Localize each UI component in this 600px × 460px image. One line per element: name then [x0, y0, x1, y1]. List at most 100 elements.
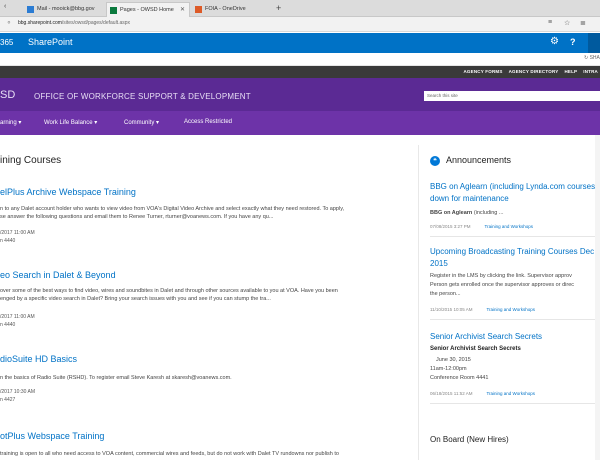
course-desc-line: enged by a specific video search in Dale… — [0, 296, 271, 302]
url-text[interactable]: bbg.sharepoint.com/sites/owsd/pages/defa… — [18, 20, 130, 26]
announcement-text: Register in the LMS by clicking the link… — [430, 273, 572, 279]
announcement-divider — [430, 236, 600, 237]
course-date: /2017 10:30 AM — [0, 389, 36, 395]
agency-link-intra[interactable]: INTRA — [583, 69, 598, 74]
agency-link-help[interactable]: HELP — [564, 69, 577, 74]
course-description: n to any Dalet account holder who wants … — [0, 205, 410, 221]
column-divider — [418, 145, 419, 460]
new-tab-button[interactable]: + — [276, 2, 281, 15]
announcement-date: 11/10/2015 10:05 AM — [430, 307, 473, 312]
nav-item-learning[interactable]: arning ▾ — [0, 119, 21, 126]
announcement-text: the person... — [430, 291, 461, 297]
top-navigation: arning ▾ Work Life Balance ▾ Community ▾… — [0, 111, 600, 135]
course-title-link[interactable]: otPlus Webspace Training — [0, 431, 104, 441]
course-date: /2017 11:00 AM — [0, 314, 35, 320]
announcement-meta: 06/18/2015 11:52 AM Training and Workshop… — [430, 391, 535, 396]
course-meta: /2017 11:00 AM n 4440 — [0, 313, 35, 329]
announcement-title-link[interactable]: Upcoming Broadcasting Training Courses D… — [430, 246, 600, 270]
course-title-link[interactable]: elPlus Archive Webspace Training — [0, 187, 136, 197]
agency-links-bar: AGENCY FORMS AGENCY DIRECTORY HELP INTRA — [0, 66, 600, 78]
announcement-icon: ❝ — [430, 156, 440, 166]
reader-icon[interactable]: ≡ — [548, 19, 552, 26]
course-description: n the basics of Radio Suite (RSHD). To r… — [0, 374, 410, 382]
agency-link-directory[interactable]: AGENCY DIRECTORY — [509, 69, 559, 74]
announcement-text: (including ... — [473, 210, 504, 216]
office365-suite-bar: 365 SharePoint ⚙ ? — [0, 33, 600, 53]
course-desc-line: n the basics of Radio Suite (RSHD). To r… — [0, 375, 232, 381]
lock-icon: ⚬ — [6, 20, 12, 27]
announcement-text: Conference Room 4441 — [430, 375, 489, 381]
announcement-summary: June 30, 2015 11am-12:00pm Conference Ro… — [430, 356, 600, 383]
address-bar[interactable]: ⚬ bbg.sharepoint.com/sites/owsd/pages/de… — [0, 17, 600, 32]
url-path: /sites/owsd/pages/default.aspx — [61, 20, 131, 26]
tab-label: Pages - OWSD Home — [120, 7, 174, 13]
favorites-icon[interactable]: ☆ — [564, 19, 570, 27]
site-title[interactable]: OFFICE OF WORKFORCE SUPPORT & DEVELOPMEN… — [34, 92, 251, 101]
avatar[interactable] — [588, 33, 600, 53]
tab-chevron-icon[interactable]: ‹ — [4, 3, 6, 10]
announcement-category-link[interactable]: Training and Workshops — [486, 391, 535, 396]
announcement-summary: BBG on Aglearn (including ... — [430, 209, 600, 218]
announcement-title-line: down for maintenance — [430, 194, 509, 203]
course-description: training is open to all who need access … — [0, 450, 410, 458]
course-description: over some of the best ways to find video… — [0, 287, 410, 303]
announcement-category-link[interactable]: Training and Workshops — [485, 224, 534, 229]
course-room: n 4440 — [0, 322, 16, 328]
announcement-summary: Register in the LMS by clicking the link… — [430, 272, 600, 299]
site-logo-text[interactable]: SD — [0, 89, 15, 101]
announcement-title-line: BBG on Aglearn (including Lynda.com cour… — [430, 182, 596, 191]
training-courses-heading: ining Courses — [0, 155, 62, 166]
browser-tab-pages[interactable]: Pages - OWSD Home ✕ — [106, 2, 190, 17]
course-meta: /2017 11:00 AM n 4440 — [0, 229, 35, 245]
announcement-title-line: Upcoming Broadcasting Training Courses D… — [430, 247, 595, 256]
announcements-heading: Announcements — [446, 155, 512, 165]
course-date: /2017 11:00 AM — [0, 230, 35, 236]
announcement-title-link[interactable]: BBG on Aglearn (including Lynda.com cour… — [430, 181, 600, 205]
gear-icon[interactable]: ⚙ — [550, 36, 559, 47]
course-room: n 4440 — [0, 238, 16, 244]
announcement-title-link[interactable]: Senior Archivist Search Secrets — [430, 331, 600, 343]
page-scrollbar[interactable] — [595, 135, 600, 460]
share-strip: ↻ SHA — [0, 53, 600, 66]
announcement-divider — [430, 319, 600, 320]
announcement-title-line: 2015 — [430, 259, 448, 268]
nav-item-community[interactable]: Community ▾ — [124, 119, 159, 126]
help-icon[interactable]: ? — [570, 37, 576, 47]
agency-link-forms[interactable]: AGENCY FORMS — [463, 69, 502, 74]
announcement-meta: 07/08/2015 3:27 PM Training and Workshops — [430, 224, 533, 229]
course-title-link[interactable]: eo Search in Dalet & Beyond — [0, 270, 116, 280]
announcement-category-link[interactable]: Training and Workshops — [486, 307, 535, 312]
course-desc-line: se answer the following questions and em… — [0, 214, 274, 220]
sharepoint-title[interactable]: SharePoint — [28, 37, 73, 47]
course-desc-line: over some of the best ways to find video… — [0, 288, 338, 294]
tab-label: Mail - mooick@bbg.gov — [37, 6, 95, 12]
browser-tab-mail[interactable]: Mail - mooick@bbg.gov — [24, 2, 104, 17]
mail-icon — [27, 6, 34, 13]
announcement-sub: Senior Archivist Search Secrets — [430, 346, 521, 352]
announcement-divider — [430, 403, 600, 404]
announcement-meta: 11/10/2015 10:05 AM Training and Workshop… — [430, 307, 535, 312]
share-label: SHA — [589, 55, 600, 61]
site-header: SD OFFICE OF WORKFORCE SUPPORT & DEVELOP… — [0, 78, 600, 111]
course-meta: /2017 10:30 AM n 4427 — [0, 388, 35, 404]
announcement-text: Person gets enrolled once the supervisor… — [430, 282, 574, 288]
announcement-date: 07/08/2015 3:27 PM — [430, 224, 471, 229]
course-desc-line: training is open to all who need access … — [0, 451, 339, 457]
onedrive-icon — [195, 6, 202, 13]
browser-tab-onedrive[interactable]: FOIA - OneDrive — [192, 2, 272, 17]
on-board-heading: On Board (New Hires) — [430, 435, 509, 444]
app-launcher-label[interactable]: 365 — [0, 38, 13, 47]
nav-item-work-life-balance[interactable]: Work Life Balance ▾ — [44, 119, 97, 126]
announcement-text: June 30, 2015 — [436, 357, 471, 363]
course-room: n 4427 — [0, 397, 16, 403]
hub-icon[interactable]: ≣ — [580, 19, 586, 27]
announcement-date: 06/18/2015 11:52 AM — [430, 391, 473, 396]
tab-label: FOIA - OneDrive — [205, 6, 246, 12]
search-input[interactable]: Search this site — [424, 91, 600, 101]
nav-item-access-restricted[interactable]: Access Restricted — [184, 119, 232, 125]
url-domain: bbg.sharepoint.com — [18, 20, 62, 26]
course-title-link[interactable]: dioSuite HD Basics — [0, 354, 77, 364]
close-tab-icon[interactable]: ✕ — [180, 3, 185, 17]
announcement-sub: BBG on Aglearn — [430, 210, 473, 216]
share-button[interactable]: ↻ SHA — [584, 55, 600, 61]
